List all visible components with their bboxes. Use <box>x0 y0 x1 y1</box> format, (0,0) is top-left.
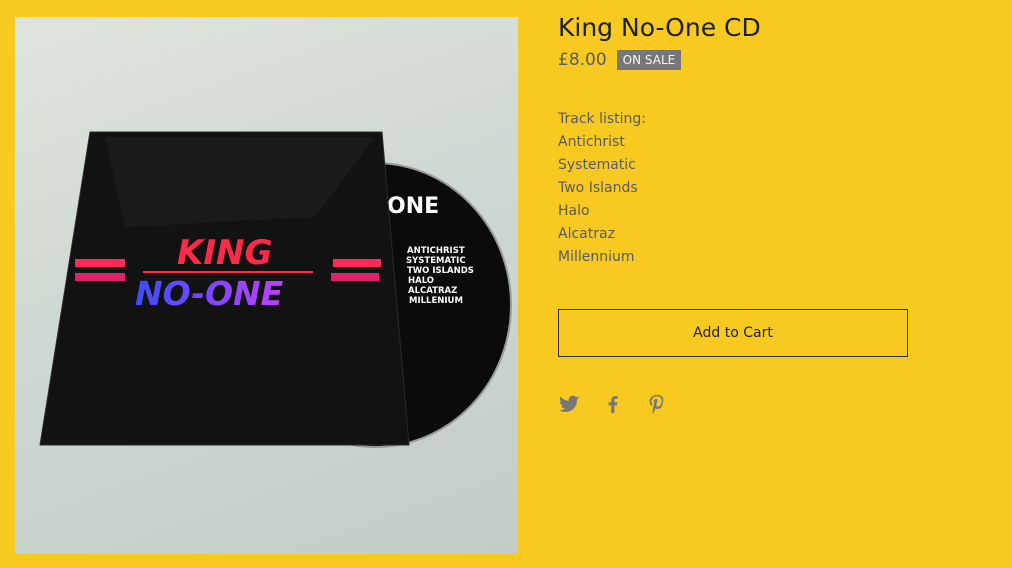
track-item: Two Islands <box>558 180 638 196</box>
pinterest-icon[interactable] <box>646 393 668 415</box>
cover-logo-king: KING <box>177 233 272 273</box>
product-image[interactable]: ONE ANTICHRIST SYSTEMATIC TWO ISLANDS HA… <box>15 17 518 554</box>
price-row: £8.00 ON SALE <box>558 50 978 70</box>
disc-track: HALO <box>408 276 434 286</box>
share-links <box>558 393 978 415</box>
disc-logo: ONE <box>387 194 439 219</box>
disc-track: MILLENIUM <box>409 296 463 306</box>
cover-logo-noone: NO-ONE <box>135 274 284 313</box>
disc-track: TWO ISLANDS <box>407 266 474 276</box>
track-item: Halo <box>558 203 590 219</box>
product-price: £8.00 <box>558 50 607 70</box>
disc-track: ALCATRAZ <box>408 286 457 296</box>
product-description: Track listing: Antichrist Systematic Two… <box>558 108 978 269</box>
track-item: Millennium <box>558 249 635 265</box>
track-item: Alcatraz <box>558 226 615 242</box>
facebook-icon[interactable] <box>602 393 624 415</box>
track-item: Antichrist <box>558 134 625 150</box>
track-item: Systematic <box>558 157 636 173</box>
disc-track: ANTICHRIST <box>407 246 465 256</box>
track-listing-heading: Track listing: <box>558 111 647 127</box>
product-title: King No-One CD <box>558 13 761 42</box>
disc-track: SYSTEMATIC <box>406 256 466 266</box>
product-info: King No-One CD £8.00 ON SALE Track listi… <box>558 12 978 415</box>
cd-photo: ONE ANTICHRIST SYSTEMATIC TWO ISLANDS HA… <box>39 131 512 448</box>
sale-badge: ON SALE <box>616 50 682 70</box>
add-to-cart-button[interactable]: Add to Cart <box>558 309 908 357</box>
twitter-icon[interactable] <box>558 393 580 415</box>
